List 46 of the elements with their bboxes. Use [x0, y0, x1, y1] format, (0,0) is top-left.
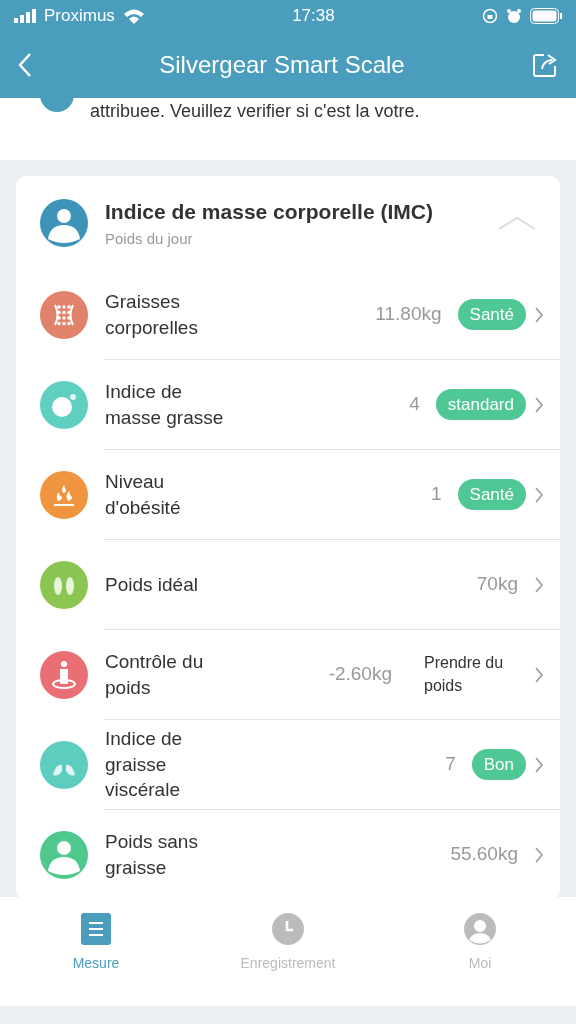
chevron-icon	[534, 755, 544, 774]
chevron-icon	[534, 845, 544, 864]
tab-item[interactable]: Moi	[400, 913, 560, 974]
battery-icon	[530, 8, 562, 24]
metric-label: Indice de graisse viscérale	[105, 727, 184, 803]
metric-label: Graisses corporelles	[105, 289, 199, 340]
card-subtitle: Poids du jour	[105, 228, 194, 249]
metric-value: 1	[431, 482, 442, 507]
rotation-lock-icon	[482, 8, 498, 24]
metric-label: Poids sans graisse	[105, 829, 199, 880]
status-badge: Santé	[457, 298, 526, 331]
card-title: Indice de masse corporelle (IMC)	[105, 199, 434, 225]
status-text: Prendre du poids	[424, 653, 505, 696]
clock-time: 17:38	[292, 5, 335, 28]
person-icon	[40, 199, 88, 247]
notice-text: attribuee. Veuillez verifier si c'est la votre.	[90, 100, 420, 123]
screen-title: Silvergear Smart Scale	[159, 50, 405, 80]
share-icon[interactable]	[532, 52, 558, 78]
status-badge: Bon	[471, 748, 526, 781]
chevron-icon	[534, 305, 544, 324]
alarm-icon	[506, 8, 522, 24]
back-icon[interactable]	[18, 52, 32, 78]
chevron-icon	[534, 485, 544, 504]
list-icon	[81, 913, 111, 945]
metric-value: 4	[409, 392, 420, 417]
tab-item[interactable]: Mesure	[16, 913, 176, 974]
metric-label: Niveau d'obésité	[105, 469, 182, 520]
status-badge: Santé	[457, 478, 526, 511]
chevron-icon	[534, 395, 544, 414]
status-badge: standard	[435, 388, 526, 421]
signal-icon	[14, 9, 36, 23]
metric-label: Indice de masse grasse	[105, 379, 225, 430]
metric-label: Poids idéal	[105, 572, 199, 597]
metric-value: -2.60kg	[328, 662, 392, 687]
metric-value: 70kg	[476, 572, 518, 597]
wifi-icon	[122, 8, 145, 24]
metric-value: 55.60kg	[450, 842, 518, 867]
metric-value: 11.80kg	[375, 302, 442, 327]
chevron-icon	[534, 575, 544, 594]
chevron-icon	[534, 665, 544, 684]
carrier-name: Proximus	[44, 5, 115, 28]
tab-item[interactable]: Enregistrement	[208, 913, 368, 974]
user-icon	[464, 913, 496, 945]
clock-icon	[272, 913, 304, 945]
metric-value: 7	[445, 752, 456, 777]
metric-label: Contrôle du poids	[105, 649, 205, 700]
